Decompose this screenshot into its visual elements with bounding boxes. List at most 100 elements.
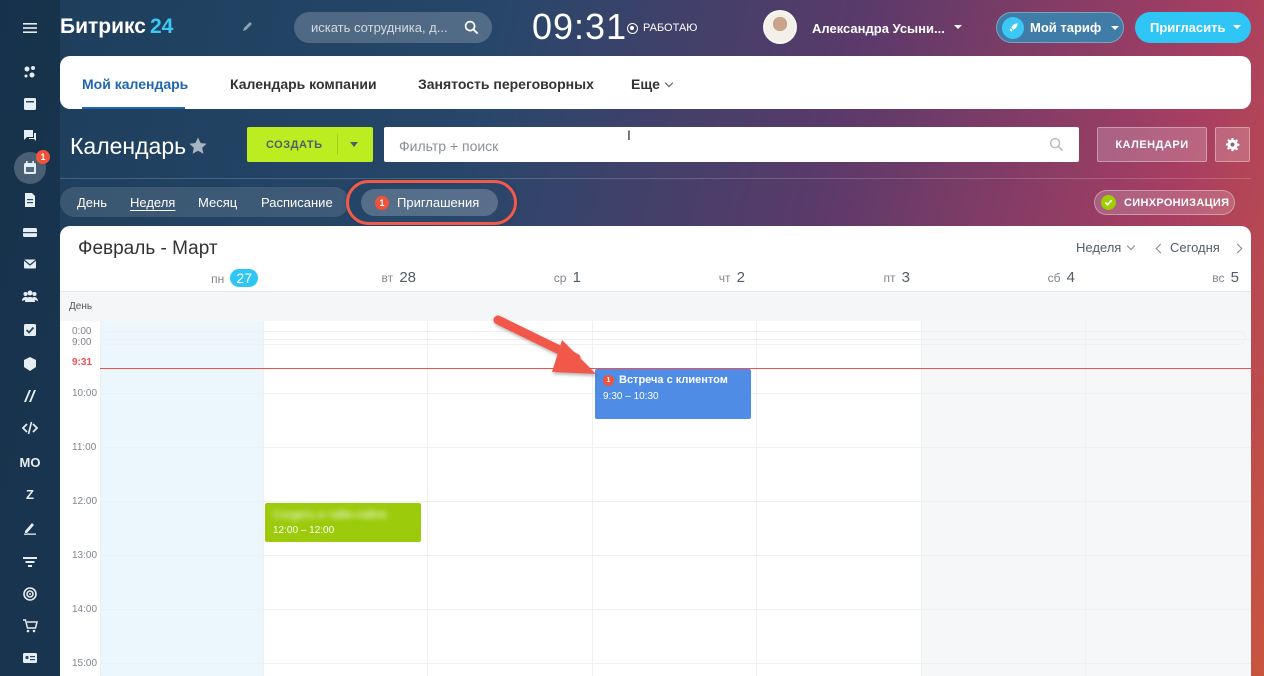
clock[interactable]: 09:31 — [532, 6, 627, 48]
invitations-count-badge: 1 — [375, 195, 389, 210]
collapsed-hours-bar[interactable] — [100, 331, 1246, 345]
create-button[interactable]: СОЗДАТЬ — [247, 127, 373, 162]
rocket-icon — [1002, 16, 1024, 39]
check-icon — [1101, 195, 1116, 210]
day-column[interactable] — [921, 321, 1085, 676]
page-title: Календарь — [70, 133, 187, 159]
target-icon[interactable] — [14, 578, 46, 610]
day-header-sun[interactable]: вс 5 — [1145, 269, 1239, 286]
all-day-row[interactable]: День — [60, 291, 1251, 321]
slash-icon[interactable] — [14, 380, 46, 412]
menu-icon[interactable] — [14, 12, 46, 44]
drive-icon[interactable] — [14, 216, 46, 248]
hour-label: 15:00 — [72, 658, 98, 669]
view-switcher: День Неделя Месяц Расписание — [60, 187, 349, 217]
day-header-thu[interactable]: чт 2 — [652, 269, 745, 286]
settings-button[interactable] — [1215, 127, 1250, 162]
day-header-wed[interactable]: ср 1 — [487, 269, 581, 286]
tab-my-calendar[interactable]: Мой календарь — [82, 76, 188, 92]
view-select-label: Неделя — [1076, 240, 1122, 255]
tasks-icon[interactable] — [14, 88, 46, 120]
star-icon[interactable] — [188, 136, 208, 156]
day-of-week: пт — [883, 271, 896, 285]
chevron-down-icon — [1127, 241, 1136, 251]
active-tab-underline — [82, 107, 185, 109]
view-week[interactable]: Неделя — [130, 195, 175, 210]
search-input[interactable]: искать сотрудника, д... — [294, 12, 492, 43]
work-status[interactable]: РАБОТАЮ — [627, 22, 697, 34]
day-of-week: вс — [1212, 271, 1225, 285]
feed-icon[interactable] — [14, 56, 46, 88]
chat-icon[interactable] — [14, 120, 46, 152]
chevron-down-icon[interactable] — [954, 25, 962, 29]
hour-line — [100, 501, 1251, 502]
tariff-button[interactable]: Мой тариф — [996, 12, 1124, 43]
day-of-week: чт — [718, 271, 731, 285]
event-title-row: 1 Встреча с клиентом — [603, 374, 728, 386]
hour-line — [100, 339, 1251, 340]
signature-icon[interactable] — [14, 512, 46, 544]
tab-more[interactable]: Еще — [631, 76, 674, 92]
day-header-tue[interactable]: вт 28 — [322, 269, 416, 286]
sidebar-item-mo[interactable]: МО — [14, 446, 46, 478]
day-number: 4 — [1066, 269, 1075, 286]
calendars-button[interactable]: КАЛЕНДАРИ — [1097, 127, 1207, 162]
hour-label: 11:00 — [72, 442, 97, 453]
sync-button[interactable]: СИНХРОНИЗАЦИЯ — [1094, 190, 1235, 215]
invite-label: Пригласить — [1150, 20, 1226, 35]
chevron-left-icon[interactable] — [1155, 243, 1166, 254]
hour-line — [100, 447, 1251, 448]
calendar-icon[interactable]: 1 — [14, 150, 50, 184]
hour-label: 12:00 — [72, 496, 98, 507]
event-time: 12:00 – 12:00 — [273, 525, 335, 536]
view-day[interactable]: День — [77, 195, 107, 210]
cube-icon[interactable] — [14, 348, 46, 380]
annotation-arrow-icon — [493, 315, 596, 374]
hour-label: 0:00 — [72, 326, 92, 337]
avatar[interactable] — [763, 10, 797, 44]
invitations-button[interactable]: 1 Приглашения — [361, 189, 498, 216]
view-schedule[interactable]: Расписание — [261, 195, 333, 210]
day-header-fri[interactable]: пт 3 — [816, 269, 910, 286]
tab-meeting-rooms[interactable]: Занятость переговорных — [418, 76, 594, 92]
card-icon[interactable] — [14, 642, 46, 674]
today-date-badge: 27 — [230, 269, 258, 287]
day-of-week: сб — [1047, 271, 1061, 285]
day-column[interactable] — [100, 321, 263, 676]
checkbox-icon[interactable] — [14, 314, 46, 346]
filter-icon[interactable] — [14, 546, 46, 578]
day-column[interactable] — [1085, 321, 1251, 676]
create-dropdown-arrow-icon[interactable] — [350, 142, 358, 147]
mail-icon[interactable] — [14, 248, 46, 280]
hour-label: 13:00 — [72, 550, 98, 561]
create-split-divider — [337, 134, 338, 155]
chevron-right-icon[interactable] — [1232, 243, 1243, 254]
sidebar-item-z[interactable]: Z — [14, 478, 46, 510]
hour-line — [100, 555, 1251, 556]
tab-company-calendar[interactable]: Календарь компании — [230, 76, 377, 92]
edit-pencil-icon[interactable] — [241, 19, 255, 33]
day-column[interactable] — [756, 321, 921, 676]
view-month[interactable]: Месяц — [198, 195, 237, 210]
search-icon[interactable] — [1049, 137, 1064, 152]
document-icon[interactable] — [14, 184, 46, 216]
user-name[interactable]: Александра Усыни... — [812, 21, 945, 36]
cart-icon[interactable] — [14, 610, 46, 642]
today-button[interactable]: Сегодня — [1170, 240, 1220, 255]
day-number: 28 — [399, 269, 416, 286]
day-header-mon[interactable]: пн 27 — [160, 269, 258, 287]
hour-line — [100, 663, 1251, 664]
day-column[interactable] — [263, 321, 427, 676]
code-icon[interactable] — [14, 412, 46, 444]
day-number: 1 — [572, 269, 581, 286]
day-header-sat[interactable]: сб 4 — [981, 269, 1075, 286]
app-logo[interactable]: Битрикс 24 — [60, 15, 173, 39]
event-blurred[interactable]: Сходить в тайм-лайне 12:00 – 12:00 — [265, 503, 421, 542]
people-icon[interactable] — [14, 280, 46, 312]
day-number: 2 — [736, 269, 745, 286]
filter-search-input[interactable]: Фильтр + поиск — [384, 127, 1079, 162]
view-select[interactable]: Неделя — [1076, 240, 1136, 255]
day-of-week: ср — [553, 271, 567, 285]
left-sidebar: 1 МО Z — [0, 0, 60, 676]
invite-button[interactable]: Пригласить — [1135, 12, 1251, 43]
